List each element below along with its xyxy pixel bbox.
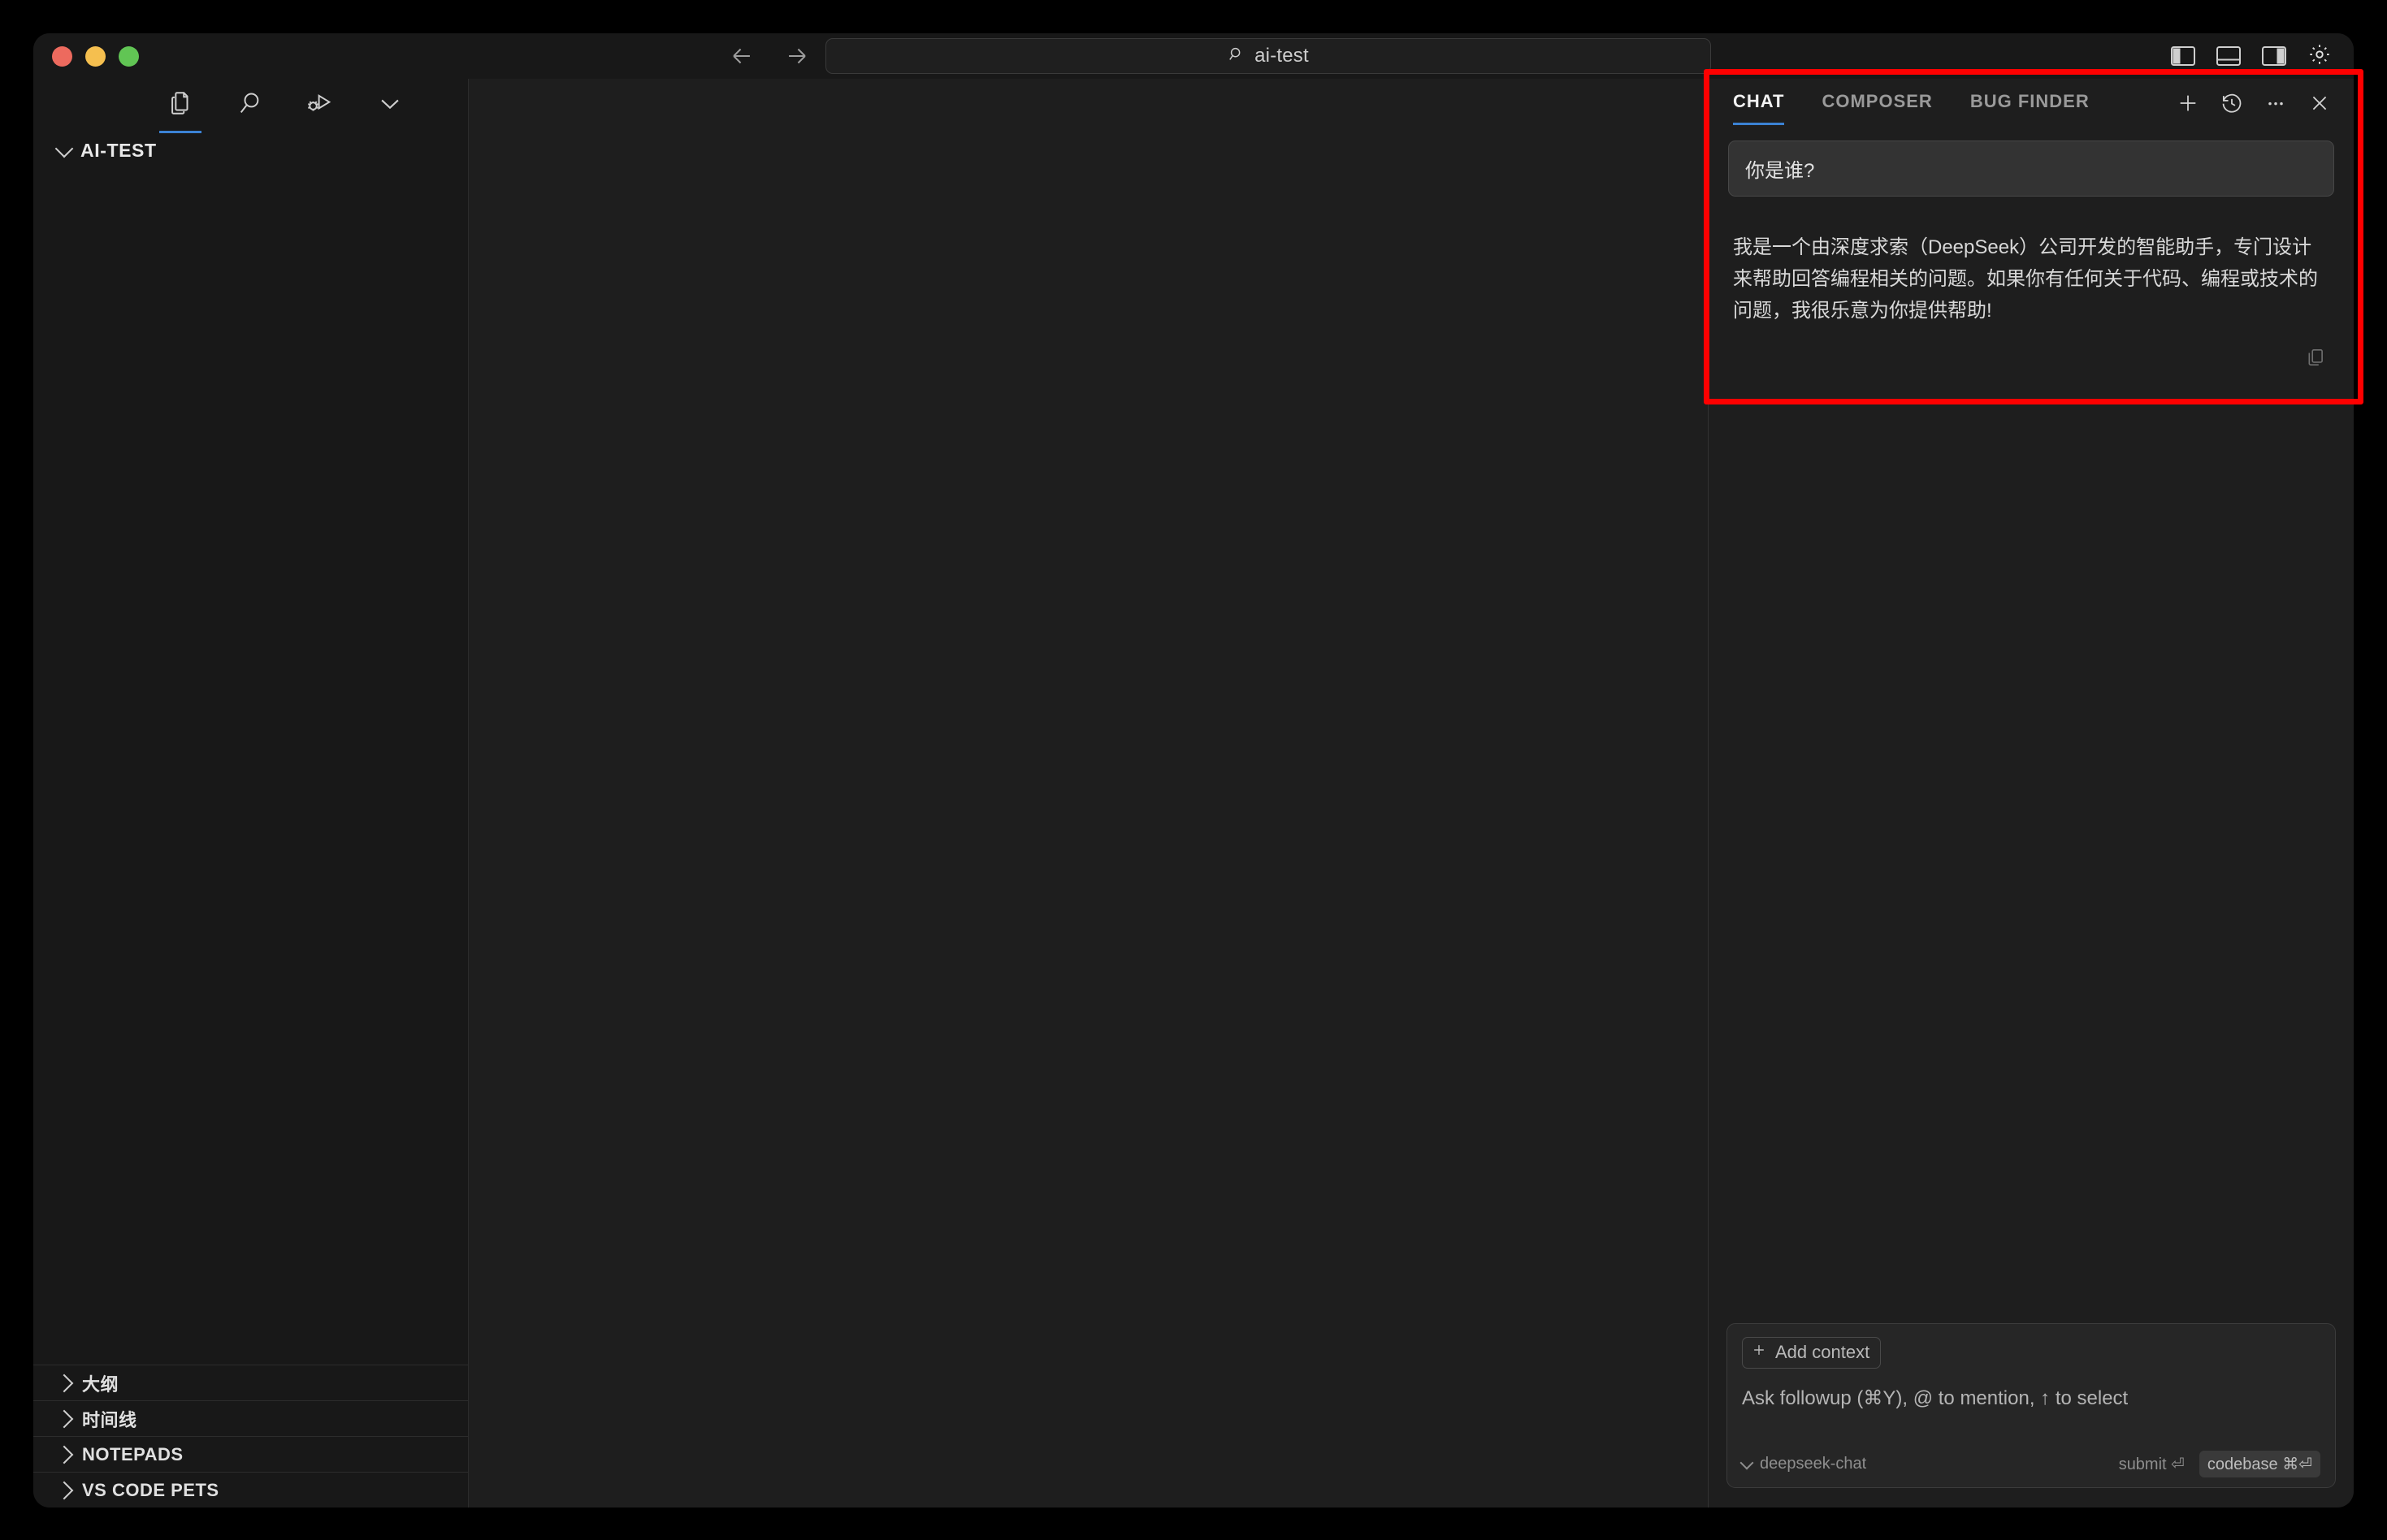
model-name: deepseek-chat [1760,1455,1867,1473]
maximize-window-button[interactable] [119,45,139,67]
search-icon [236,89,264,121]
model-selector[interactable]: deepseek-chat [1739,1455,1867,1473]
files-icon [167,89,194,121]
history-icon[interactable] [2220,92,2243,115]
sidebar-section-outline[interactable]: 大纲 [33,1365,468,1400]
copy-icon[interactable] [2305,347,2326,372]
navigation-arrows [728,42,811,70]
chevron-right-icon [54,1373,74,1392]
command-search-bar[interactable]: ai-test [825,38,1711,74]
chevron-right-icon [54,1481,74,1499]
close-icon[interactable] [2308,92,2331,115]
sidebar-section-label: VS CODE PETS [82,1479,219,1500]
panel-right-icon[interactable] [2262,46,2286,66]
sidebar-view-switcher [33,79,468,133]
tab-bug-finder[interactable]: BUG FINDER [1970,91,2090,115]
sidebar-item-search[interactable] [233,86,267,123]
chevron-down-icon [1739,1456,1754,1469]
plus-icon [1751,1342,1767,1363]
minimize-window-button[interactable] [85,45,106,67]
composer-footer: deepseek-chat submit ⏎ codebase ⌘⏎ [1739,1451,2320,1477]
ellipsis-icon[interactable] [2264,92,2287,115]
sidebar-section-label: NOTEPADS [82,1443,184,1464]
panel-left-icon[interactable] [2171,46,2195,66]
debug-icon [306,89,334,121]
plus-icon[interactable] [2177,92,2199,115]
sidebar-item-run-and-debug[interactable] [303,86,337,123]
titlebar-actions [2171,42,2332,71]
chat-header-actions [2177,92,2331,115]
chat-conversation[interactable]: 你是谁? 我是一个由深度求索（DeepSeek）公司开发的智能助手，专门设计来帮… [1709,128,2354,1323]
sidebar-section-vs-code-pets[interactable]: VS CODE PETS [33,1472,468,1508]
close-window-button[interactable] [52,45,72,67]
assistant-message: 我是一个由深度求索（DeepSeek）公司开发的智能助手，专门设计来帮助回答编程… [1733,236,2318,322]
arrow-right-icon[interactable] [783,42,811,70]
chevron-down-icon [54,139,74,158]
chat-input[interactable]: Ask followup (⌘Y), @ to mention, ↑ to se… [1742,1386,2320,1410]
add-context-button[interactable]: Add context [1742,1337,1882,1369]
gear-icon[interactable] [2307,42,2332,71]
chevron-right-icon [54,1445,74,1464]
workspace-name: AI-TEST [80,139,157,161]
submit-label: submit [2118,1456,2167,1473]
codebase-key: ⌘⏎ [2282,1456,2312,1473]
tab-composer[interactable]: COMPOSER [1822,91,1932,115]
title-bar: ai-test [33,33,2354,79]
window-traffic-lights [33,45,139,67]
primary-sidebar: AI-TEST 大纲 时间线 NOTEPADS VS CODE PETS [33,79,469,1508]
app-body: AI-TEST 大纲 时间线 NOTEPADS VS CODE PETS CHA… [33,79,2354,1508]
user-message: 你是谁? [1728,141,2334,197]
chat-composer[interactable]: Add context Ask followup (⌘Y), @ to ment… [1726,1323,2336,1488]
codebase-button[interactable]: codebase ⌘⏎ [2199,1451,2320,1477]
editor-area[interactable] [469,79,1708,1508]
file-tree [33,170,468,1365]
chat-panel: CHAT COMPOSER BUG FINDER 你是谁? 我是一个由深度求索（… [1708,79,2354,1508]
sidebar-section-label: 大纲 [82,1373,119,1395]
submit-hint[interactable]: submit ⏎ [2119,1454,2185,1474]
codebase-label: codebase [2207,1456,2278,1473]
add-context-label: Add context [1775,1342,1870,1362]
search-icon [1228,45,1245,67]
chevron-right-icon [54,1409,74,1428]
tab-chat[interactable]: CHAT [1733,91,1785,125]
chevron-down-icon [376,89,404,121]
assistant-message-actions [1728,327,2334,372]
workspace-root-row[interactable]: AI-TEST [33,131,468,170]
sidebar-section-timeline[interactable]: 时间线 [33,1400,468,1436]
sidebar-section-notepads[interactable]: NOTEPADS [33,1436,468,1472]
search-value: ai-test [1254,45,1309,67]
chat-panel-header: CHAT COMPOSER BUG FINDER [1709,79,2354,128]
app-window: ai-test AI-TEST 大纲 时间线 NOTEPADS VS CODE … [33,33,2354,1508]
sidebar-item-more-views[interactable] [373,86,407,123]
sidebar-section-label: 时间线 [82,1409,137,1430]
sidebar-item-explorer[interactable] [159,86,201,133]
submit-key: ⏎ [2171,1456,2185,1473]
arrow-left-icon[interactable] [728,42,756,70]
panel-bottom-icon[interactable] [2216,46,2241,66]
